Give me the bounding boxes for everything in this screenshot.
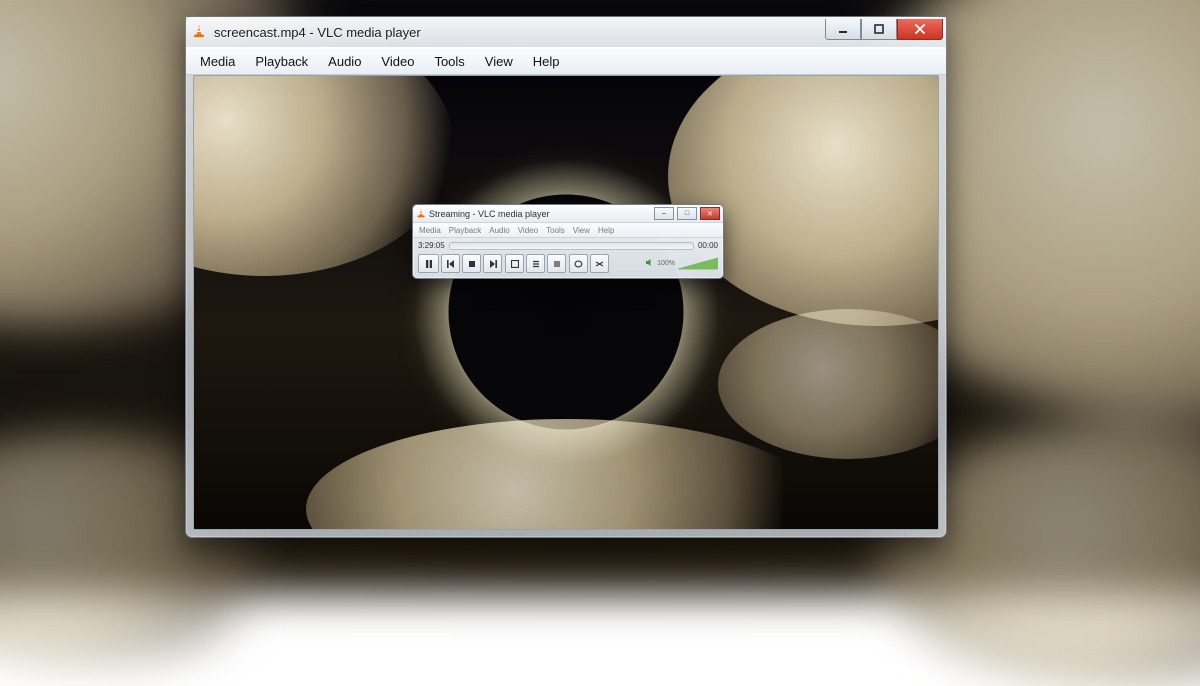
- menu-tools[interactable]: Tools: [424, 50, 474, 73]
- window-title: screencast.mp4 - VLC media player: [214, 25, 421, 40]
- titlebar[interactable]: screencast.mp4 - VLC media player: [186, 17, 946, 47]
- menu-media[interactable]: Media: [190, 50, 245, 73]
- menu-playback[interactable]: Playback: [245, 50, 318, 73]
- mini-menu-media[interactable]: Media: [415, 226, 445, 235]
- speaker-icon: [645, 258, 654, 269]
- mini-minimize-button[interactable]: ‒: [654, 207, 674, 220]
- fullscreen-button[interactable]: [505, 254, 524, 273]
- stop-button[interactable]: [462, 254, 481, 273]
- extended-settings-button[interactable]: [547, 254, 566, 273]
- mini-volume-slider[interactable]: [678, 257, 718, 270]
- mini-menu-audio[interactable]: Audio: [485, 226, 513, 235]
- mini-volume-label: 100%: [657, 260, 675, 267]
- window-controls: [825, 19, 943, 40]
- mini-time-total: 00:00: [698, 241, 718, 250]
- maximize-button[interactable]: [861, 19, 897, 40]
- close-button[interactable]: [897, 19, 943, 40]
- mini-seek-bar[interactable]: [449, 242, 694, 250]
- vlc-cone-icon: [416, 208, 426, 220]
- mini-menubar: Media Playback Audio Video Tools View He…: [413, 223, 723, 238]
- mini-menu-help[interactable]: Help: [594, 226, 618, 235]
- pause-button[interactable]: [418, 254, 439, 273]
- mini-menu-playback[interactable]: Playback: [445, 226, 485, 235]
- mini-close-button[interactable]: ✕: [700, 207, 720, 220]
- mini-menu-view[interactable]: View: [569, 226, 594, 235]
- vlc-mini-window: Streaming - VLC media player ‒ □ ✕ Media…: [412, 204, 724, 279]
- mini-maximize-button[interactable]: □: [677, 207, 697, 220]
- mini-window-title: Streaming - VLC media player: [429, 209, 550, 219]
- loop-button[interactable]: [569, 254, 588, 273]
- menu-audio[interactable]: Audio: [318, 50, 371, 73]
- menubar: Media Playback Audio Video Tools View He…: [186, 47, 946, 75]
- previous-button[interactable]: [441, 254, 460, 273]
- vlc-main-window: screencast.mp4 - VLC media player Media …: [185, 16, 947, 538]
- menu-view[interactable]: View: [475, 50, 523, 73]
- mini-controls: 100%: [418, 254, 718, 273]
- vlc-cone-icon: [192, 24, 208, 40]
- menu-help[interactable]: Help: [523, 50, 570, 73]
- menu-video[interactable]: Video: [371, 50, 424, 73]
- minimize-button[interactable]: [825, 19, 861, 40]
- mini-time-elapsed: 3:29:05: [418, 241, 445, 250]
- next-button[interactable]: [483, 254, 502, 273]
- shuffle-button[interactable]: [590, 254, 609, 273]
- mini-menu-video[interactable]: Video: [514, 226, 542, 235]
- playlist-button[interactable]: [526, 254, 545, 273]
- mini-menu-tools[interactable]: Tools: [542, 226, 569, 235]
- mini-titlebar[interactable]: Streaming - VLC media player ‒ □ ✕: [413, 205, 723, 223]
- video-area[interactable]: Streaming - VLC media player ‒ □ ✕ Media…: [193, 75, 939, 530]
- mini-volume: 100%: [645, 257, 718, 270]
